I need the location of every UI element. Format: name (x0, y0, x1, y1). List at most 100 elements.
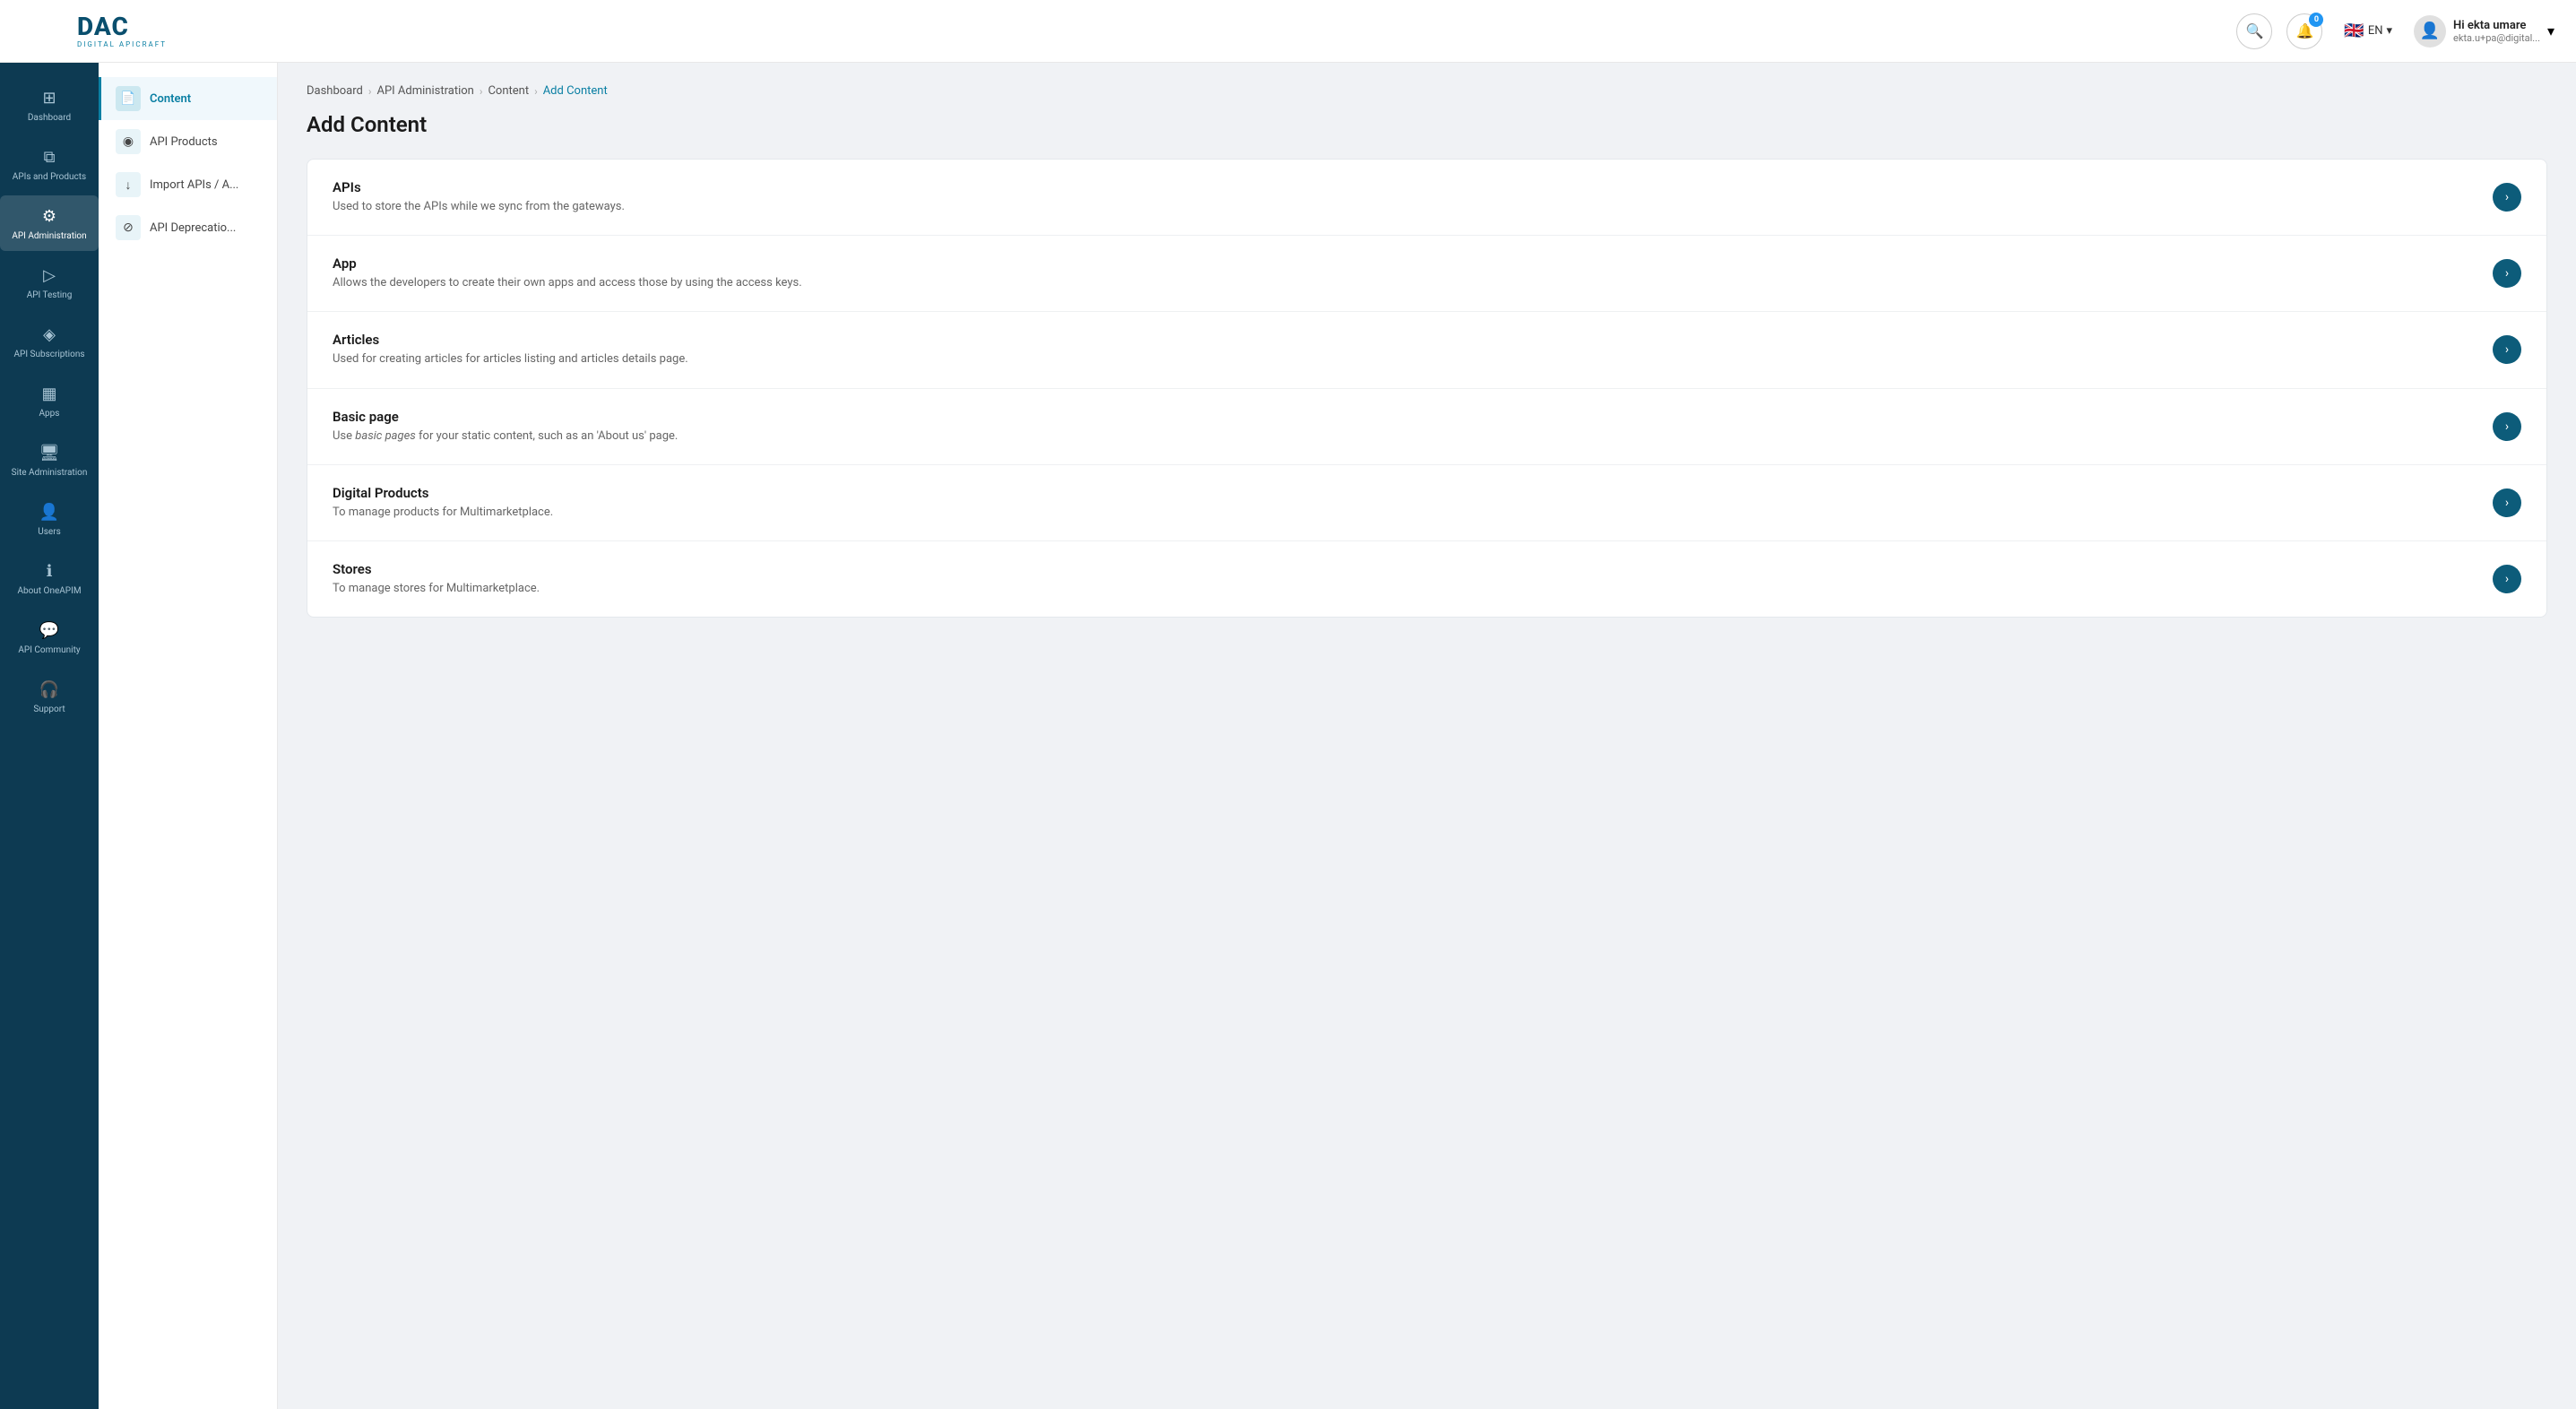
support-icon: 🎧 (38, 678, 61, 701)
api-products-icon: ◉ (116, 129, 141, 154)
card-text-app: App Allows the developers to create thei… (333, 255, 2493, 291)
sidebar-item-dashboard[interactable]: ⊞ Dashboard (0, 77, 99, 133)
card-arrow-app[interactable]: › (2493, 259, 2521, 288)
chevron-right-icon-basic-page: › (2505, 419, 2509, 434)
card-text-apis: APIs Used to store the APIs while we syn… (333, 179, 2493, 215)
logo-dac: DAC (77, 13, 167, 41)
apis-products-icon: ⧉ (38, 145, 61, 169)
logo-area: DAC DIGITAL APICRAFT (77, 13, 176, 49)
breadcrumb-sep-2: › (480, 85, 483, 98)
user-email: ekta.u+pa@digital... (2453, 32, 2540, 44)
sidebar-label-api-community: API Community (18, 645, 80, 656)
sidebar-label-api-subscriptions: API Subscriptions (13, 350, 84, 360)
avatar-icon: 👤 (2420, 22, 2440, 40)
sidebar-item-apis-products[interactable]: ⧉ APIs and Products (0, 136, 99, 192)
content-card-articles[interactable]: Articles Used for creating articles for … (307, 312, 2546, 388)
secondary-item-import-apis[interactable]: ↓ Import APIs / A... (99, 163, 277, 206)
content-card-digital-products[interactable]: Digital Products To manage products for … (307, 465, 2546, 541)
card-title-basic-page: Basic page (333, 409, 2493, 425)
sidebar-item-support[interactable]: 🎧 Support (0, 669, 99, 724)
card-desc-articles: Used for creating articles for articles … (333, 351, 2493, 367)
sidebar-label-api-testing: API Testing (27, 290, 73, 301)
sidebar-item-api-testing[interactable]: ▷ API Testing (0, 255, 99, 310)
card-title-articles: Articles (333, 332, 2493, 348)
main-content: Dashboard › API Administration › Content… (278, 63, 2576, 1409)
import-icon: ↓ (116, 172, 141, 197)
card-title-app: App (333, 255, 2493, 272)
notifications-button[interactable]: 🔔 0 (2286, 13, 2322, 49)
card-arrow-basic-page[interactable]: › (2493, 412, 2521, 441)
sidebar-item-users[interactable]: 👤 Users (0, 491, 99, 547)
card-title-digital-products: Digital Products (333, 485, 2493, 501)
users-icon: 👤 (38, 500, 61, 523)
content-card-stores[interactable]: Stores To manage stores for Multimarketp… (307, 541, 2546, 617)
card-title-apis: APIs (333, 179, 2493, 195)
sidebar-label-apps: Apps (39, 409, 60, 419)
content-card-basic-page[interactable]: Basic page Use basic pages for your stat… (307, 389, 2546, 465)
site-administration-icon: 🖥 (38, 441, 61, 464)
sidebar-item-api-community[interactable]: 💬 API Community (0, 609, 99, 665)
secondary-label-import-apis: Import APIs / A... (150, 178, 238, 192)
sidebar-label-api-administration: API Administration (12, 231, 86, 242)
language-selector[interactable]: 🇬🇧 EN ▾ (2337, 16, 2399, 46)
content-card-app[interactable]: App Allows the developers to create thei… (307, 236, 2546, 312)
api-testing-icon: ▷ (38, 264, 61, 287)
card-desc-app: Allows the developers to create their ow… (333, 275, 2493, 291)
notifications-badge: 0 (2309, 13, 2323, 27)
card-arrow-stores[interactable]: › (2493, 565, 2521, 593)
flag-icon: 🇬🇧 (2344, 22, 2364, 40)
secondary-label-api-products: API Products (150, 135, 218, 149)
secondary-item-api-deprecation[interactable]: ⊘ API Deprecatio... (99, 206, 277, 249)
language-label: EN (2368, 24, 2383, 38)
user-info[interactable]: 👤 Hi ekta umare ekta.u+pa@digital... ▾ (2414, 15, 2554, 48)
secondary-item-content[interactable]: 📄 Content (99, 77, 277, 120)
sidebar-item-apps[interactable]: ▦ Apps (0, 373, 99, 428)
api-subscriptions-icon: ◈ (38, 323, 61, 346)
content-icon: 📄 (116, 86, 141, 111)
card-arrow-apis[interactable]: › (2493, 183, 2521, 212)
secondary-item-api-products[interactable]: ◉ API Products (99, 120, 277, 163)
user-text: Hi ekta umare ekta.u+pa@digital... (2453, 19, 2540, 44)
apps-icon: ▦ (38, 382, 61, 405)
user-avatar: 👤 (2414, 15, 2446, 48)
breadcrumb-content[interactable]: Content (488, 84, 529, 98)
breadcrumb-sep-3: › (534, 85, 538, 98)
card-desc-digital-products: To manage products for Multimarketplace. (333, 505, 2493, 521)
sidebar-item-site-administration[interactable]: 🖥 Site Administration (0, 432, 99, 488)
hamburger-icon: ☰ (33, 16, 48, 35)
sidebar-item-api-administration[interactable]: ⚙ API Administration (0, 195, 99, 251)
search-button[interactable]: 🔍 (2236, 13, 2272, 49)
sidebar-label-about-oneapim: About OneAPIM (17, 586, 81, 597)
deprecation-icon: ⊘ (116, 215, 141, 240)
card-text-digital-products: Digital Products To manage products for … (333, 485, 2493, 521)
content-list: APIs Used to store the APIs while we syn… (307, 159, 2547, 618)
sidebar-label-support: Support (33, 704, 65, 715)
chevron-right-icon-stores: › (2505, 572, 2509, 586)
card-desc-basic-page: Use basic pages for your static content,… (333, 428, 2493, 445)
main-body: ⊞ Dashboard ⧉ APIs and Products ⚙ API Ad… (0, 63, 2576, 1409)
chevron-right-icon-digital-products: › (2505, 496, 2509, 510)
card-text-stores: Stores To manage stores for Multimarketp… (333, 561, 2493, 597)
top-header: ☰ DAC DIGITAL APICRAFT 🔍 🔔 0 🇬🇧 EN ▾ 👤 H… (0, 0, 2576, 63)
breadcrumb-api-administration[interactable]: API Administration (376, 84, 473, 98)
menu-toggle-button[interactable]: ☰ (22, 7, 59, 45)
card-arrow-digital-products[interactable]: › (2493, 488, 2521, 517)
sidebar-item-about-oneapim[interactable]: ℹ About OneAPIM (0, 550, 99, 606)
basic-pages-italic: basic pages (355, 429, 416, 443)
left-sidebar: ⊞ Dashboard ⧉ APIs and Products ⚙ API Ad… (0, 63, 99, 1409)
chevron-right-icon-articles: › (2505, 342, 2509, 357)
breadcrumb-add-content: Add Content (543, 84, 608, 98)
sidebar-label-users: Users (38, 527, 61, 538)
secondary-sidebar: 📄 Content ◉ API Products ↓ Import APIs /… (99, 63, 278, 1409)
card-desc-apis: Used to store the APIs while we sync fro… (333, 199, 2493, 215)
search-icon: 🔍 (2245, 22, 2263, 39)
card-arrow-articles[interactable]: › (2493, 335, 2521, 364)
chevron-right-icon: › (2505, 190, 2509, 204)
sidebar-label-apis-products: APIs and Products (13, 172, 86, 183)
card-title-stores: Stores (333, 561, 2493, 577)
content-card-apis[interactable]: APIs Used to store the APIs while we syn… (307, 160, 2546, 236)
secondary-label-api-deprecation: API Deprecatio... (150, 221, 236, 235)
breadcrumb-dashboard[interactable]: Dashboard (307, 84, 363, 98)
sidebar-item-api-subscriptions[interactable]: ◈ API Subscriptions (0, 314, 99, 369)
about-icon: ℹ (38, 559, 61, 583)
